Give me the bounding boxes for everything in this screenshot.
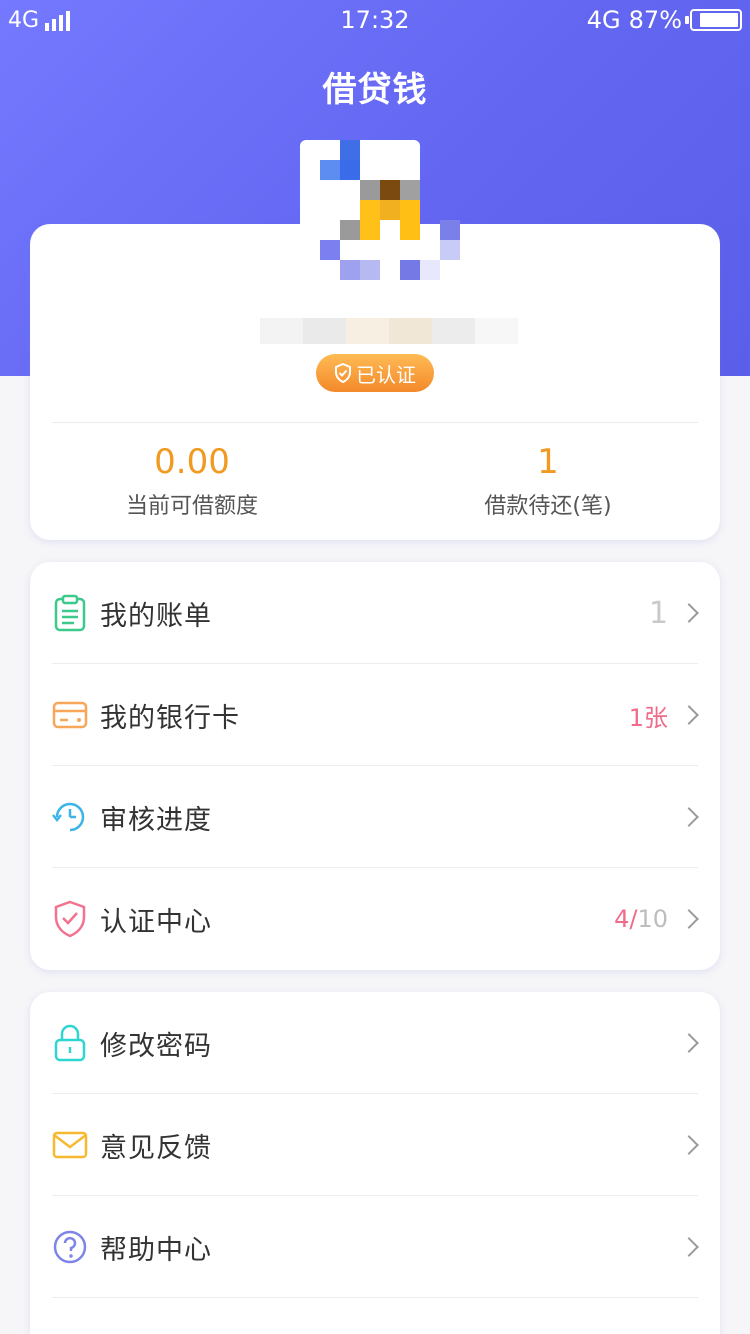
- verified-badge: 已认证: [316, 354, 434, 392]
- menu-item-label: 意见反馈: [100, 1132, 212, 1164]
- network-label-right: 4G: [586, 6, 621, 34]
- clipboard-icon: [50, 593, 90, 633]
- menu-item-review-progress[interactable]: 审核进度: [30, 766, 720, 868]
- pending-loans-value: 1: [537, 442, 559, 482]
- mail-icon: [50, 1125, 90, 1165]
- bank-card-icon: [50, 695, 90, 735]
- shield-icon: [50, 899, 90, 939]
- verified-label: 已认证: [356, 362, 416, 387]
- menu-item-label: 帮助中心: [100, 1234, 212, 1266]
- user-name-blurred: [260, 318, 518, 344]
- status-bar: 4G 17:32 4G 87%: [0, 0, 750, 44]
- question-icon: [50, 1227, 90, 1267]
- menu-item-label: 修改密码: [100, 1030, 212, 1062]
- verification-done: 4/: [614, 905, 638, 933]
- menu-item-feedback[interactable]: 意见反馈: [30, 1094, 720, 1196]
- menu-item-label: 审核进度: [100, 804, 212, 836]
- menu-item-help-center[interactable]: 帮助中心: [30, 1196, 720, 1298]
- menu-group-secondary: 修改密码 意见反馈 帮助中心: [30, 992, 720, 1334]
- menu-item-label: 认证中心: [100, 906, 212, 938]
- chevron-right-icon: [679, 1135, 699, 1155]
- chevron-right-icon: [679, 909, 699, 929]
- menu-item-change-password[interactable]: 修改密码: [30, 992, 720, 1094]
- shield-check-icon: [335, 363, 351, 383]
- pending-loans-label: 借款待还(笔): [484, 494, 612, 519]
- chevron-right-icon: [679, 603, 699, 623]
- chevron-right-icon: [679, 705, 699, 725]
- lock-icon: [50, 1023, 90, 1063]
- chevron-right-icon: [679, 807, 699, 827]
- menu-item-value: 1: [648, 595, 668, 631]
- page-title: 借贷钱: [322, 70, 428, 110]
- menu-item-partial[interactable]: [30, 1298, 720, 1334]
- menu-item-label: 我的银行卡: [100, 702, 240, 734]
- pending-loans: 1 借款待还(笔): [398, 436, 698, 520]
- verification-progress: 4/10: [614, 905, 668, 933]
- verification-total: 10: [637, 905, 668, 933]
- battery-icon: [685, 9, 742, 31]
- clock-icon: [50, 797, 90, 837]
- menu-item-verification-center[interactable]: 认证中心 4/10: [30, 868, 720, 970]
- menu-item-label: 我的账单: [100, 600, 212, 632]
- chevron-right-icon: [679, 1237, 699, 1257]
- profile-divider: [52, 422, 698, 423]
- avatar: [290, 140, 466, 306]
- menu-item-bills[interactable]: 我的账单 1: [30, 562, 720, 664]
- battery-percent: 87%: [628, 6, 682, 34]
- chevron-right-icon: [679, 1033, 699, 1053]
- menu-group-primary: 我的账单 1 我的银行卡 1张 审核进度 认证中心 4/10: [30, 562, 720, 970]
- available-credit-label: 当前可借额度: [125, 494, 258, 519]
- menu-item-bank-cards[interactable]: 我的银行卡 1张: [30, 664, 720, 766]
- available-credit: 0.00 当前可借额度: [42, 436, 342, 520]
- partial-icon: [50, 1329, 90, 1334]
- menu-item-value: 1张: [628, 703, 668, 732]
- available-credit-value: 0.00: [154, 442, 230, 482]
